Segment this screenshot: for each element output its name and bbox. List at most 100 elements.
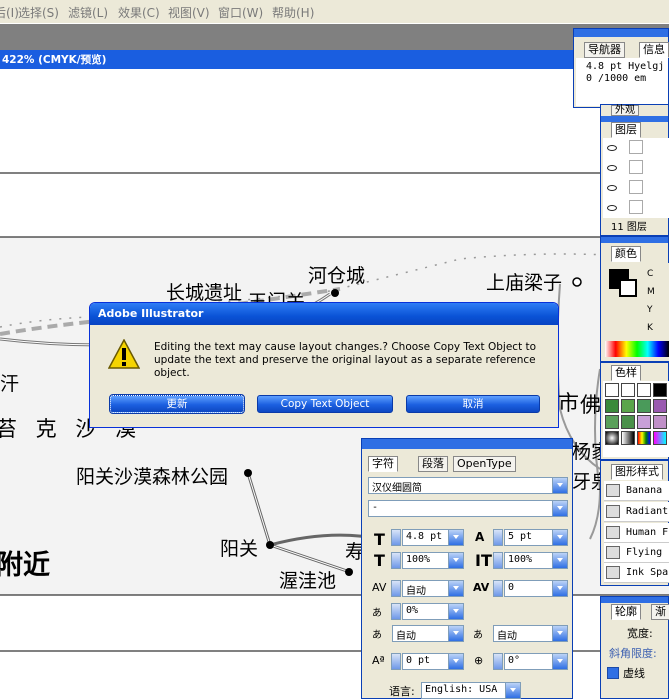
menu-item-effect[interactable]: 效果(C)	[118, 4, 160, 21]
stroke-swatch[interactable]	[619, 279, 637, 297]
eye-icon[interactable]	[607, 145, 617, 151]
swatch-green[interactable]	[605, 399, 619, 413]
style-item[interactable]: Human F	[604, 523, 669, 543]
tab-gradient[interactable]: 渐	[651, 604, 669, 620]
tab-info[interactable]: 信息	[639, 42, 669, 58]
swatch-gradient[interactable]	[653, 431, 667, 445]
style-item[interactable]: Radiant	[604, 502, 669, 522]
menu-item-filter[interactable]: 滤镜(L)	[68, 4, 108, 21]
style-thumbnail	[606, 546, 620, 559]
style-item[interactable]: Flying	[604, 543, 669, 563]
swatch-spectrum[interactable]	[637, 431, 651, 445]
swatch-green[interactable]	[621, 415, 635, 429]
aki-left-select[interactable]: 自动	[392, 625, 464, 642]
baseline-input[interactable]: 0 pt	[402, 653, 464, 670]
chevron-down-icon	[552, 501, 567, 516]
lock-toggle[interactable]	[629, 160, 643, 174]
stroke-weight-label: 宽度:	[627, 627, 653, 640]
swatch-green[interactable]	[637, 399, 651, 413]
kerning-value: 自动	[406, 586, 426, 597]
swatch-black[interactable]	[653, 383, 667, 397]
h-scale-stepper[interactable]	[391, 552, 401, 569]
copy-text-object-button[interactable]: Copy Text Object	[257, 395, 393, 413]
document-title-bar[interactable]: 422% (CMYK/预览)	[0, 50, 600, 69]
tracking-stepper[interactable]	[493, 580, 503, 597]
font-size-input[interactable]: 4.8 pt	[402, 529, 464, 546]
rotation-stepper[interactable]	[493, 653, 503, 670]
tracking-input[interactable]: 0	[504, 580, 568, 597]
leading-input[interactable]: 5 pt	[504, 529, 568, 546]
menu-item-window[interactable]: 窗口(W)	[218, 4, 263, 21]
v-scale-stepper[interactable]	[493, 552, 503, 569]
font-size-stepper[interactable]	[391, 529, 401, 546]
menu-item-select[interactable]: 选择(S)	[18, 4, 59, 21]
tab-swatches[interactable]: 色样	[611, 365, 641, 381]
color-spectrum[interactable]	[605, 341, 669, 357]
style-item[interactable]: Ink Spa	[604, 563, 669, 583]
swatch-green[interactable]	[621, 399, 635, 413]
chevron-down-icon	[448, 604, 463, 619]
tab-paragraph[interactable]: 段落	[418, 456, 448, 472]
v-scale-input[interactable]: 100%	[504, 552, 568, 569]
tab-graphic-styles[interactable]: 图形样式	[611, 464, 663, 480]
swatch-lilac[interactable]	[653, 415, 667, 429]
menu-item-object[interactable]: 后(I)	[0, 4, 19, 21]
eye-icon[interactable]	[607, 185, 617, 191]
tsume-input[interactable]: 0%	[402, 603, 464, 620]
tab-navigator[interactable]: 导航器	[584, 42, 625, 58]
panel-titlebar[interactable]	[601, 597, 668, 603]
swatch-registration[interactable]	[621, 383, 635, 397]
font-family-select[interactable]: 汉仪细圆简	[368, 477, 568, 494]
tsume-stepper[interactable]	[391, 603, 401, 620]
language-select[interactable]: English: USA	[421, 682, 521, 699]
baseline-stepper[interactable]	[391, 653, 401, 670]
swatch-white[interactable]	[637, 383, 651, 397]
update-button[interactable]: 更新	[109, 394, 245, 414]
panel-titlebar[interactable]	[601, 237, 668, 243]
font-style-value: -	[372, 502, 379, 513]
tab-stroke[interactable]: 轮廓	[611, 604, 641, 620]
tab-appearance[interactable]: 外观	[611, 105, 639, 116]
tab-layers[interactable]: 图层	[611, 122, 641, 138]
menu-item-view[interactable]: 视图(V)	[168, 4, 210, 21]
kerning-input[interactable]: 自动	[402, 580, 464, 597]
menu-item-help[interactable]: 帮助(H)	[272, 4, 314, 21]
swatch-none[interactable]	[605, 383, 619, 397]
chevron-down-icon	[552, 478, 567, 493]
kerning-stepper[interactable]	[391, 580, 401, 597]
panel-titlebar[interactable]	[574, 29, 668, 37]
lock-toggle[interactable]	[629, 200, 643, 214]
eye-icon[interactable]	[607, 205, 617, 211]
style-item[interactable]: Banana	[604, 481, 669, 501]
lock-toggle[interactable]	[629, 180, 643, 194]
lock-toggle[interactable]	[629, 140, 643, 154]
channel-m: M	[647, 287, 655, 297]
dialog-title[interactable]: Adobe Illustrator	[90, 303, 558, 325]
cancel-button[interactable]: 取消	[406, 395, 540, 413]
eye-icon[interactable]	[607, 165, 617, 171]
h-scale-input[interactable]: 100%	[402, 552, 464, 569]
leading-icon: A	[475, 530, 485, 544]
dashed-checkbox[interactable]	[607, 667, 619, 679]
tab-character[interactable]: 字符	[368, 456, 398, 472]
tab-opentype[interactable]: OpenType	[453, 456, 516, 472]
swatch-purple[interactable]	[653, 399, 667, 413]
channel-y: Y	[647, 305, 653, 315]
panel-titlebar[interactable]	[362, 439, 572, 449]
map-label-yangguan-park: 阳关沙漠森林公园	[76, 466, 229, 488]
swatch-gradient[interactable]	[621, 431, 635, 445]
tab-color[interactable]: 颜色	[611, 246, 641, 262]
swatch-green[interactable]	[605, 415, 619, 429]
leading-stepper[interactable]	[493, 529, 503, 546]
chevron-down-icon	[448, 626, 463, 641]
style-label: Human F	[626, 527, 669, 538]
chevron-down-icon	[552, 626, 567, 641]
style-thumbnail	[606, 484, 620, 497]
rotation-input[interactable]: 0°	[504, 653, 568, 670]
font-style-select[interactable]: -	[368, 500, 568, 517]
aki-right-select[interactable]: 自动	[493, 625, 568, 642]
vertical-scale-icon: IT	[475, 551, 492, 570]
chevron-down-icon	[552, 581, 567, 596]
swatch-lilac[interactable]	[637, 415, 651, 429]
swatch-radial[interactable]	[605, 431, 619, 445]
